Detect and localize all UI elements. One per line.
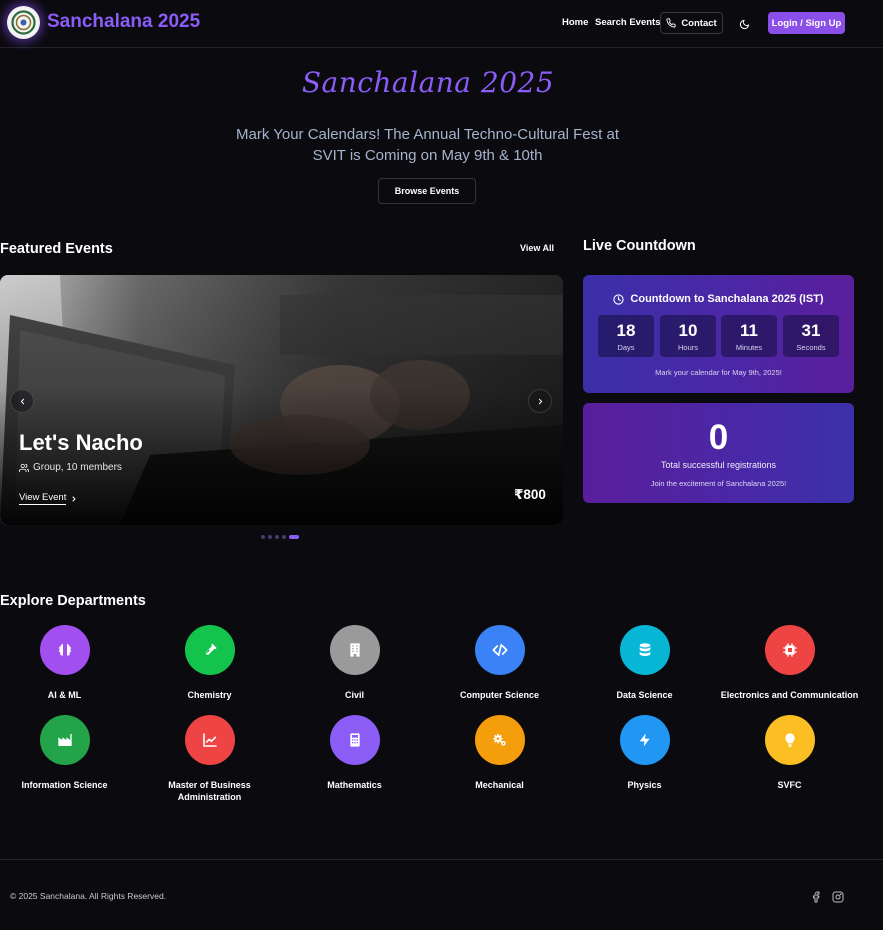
carousel-dots bbox=[261, 535, 299, 539]
department-mba[interactable]: Master of Business Administration bbox=[137, 715, 282, 803]
countdown-days: 18 Days bbox=[598, 315, 654, 357]
department-electronics-communication[interactable]: Electronics and Communication bbox=[717, 625, 862, 701]
hero-subtitle: Mark Your Calendars! The Annual Techno-C… bbox=[236, 126, 619, 164]
countdown-hours: 10 Hours bbox=[660, 315, 716, 357]
copyright-text: © 2025 Sanchalana. All Rights Reserved. bbox=[10, 891, 167, 901]
facebook-icon[interactable] bbox=[810, 890, 822, 903]
department-name: Information Science bbox=[21, 780, 108, 790]
logo[interactable] bbox=[7, 6, 40, 39]
instagram-icon[interactable] bbox=[832, 890, 844, 903]
hero-title: Sanchalana 2025 bbox=[301, 66, 555, 99]
contact-button[interactable]: Contact bbox=[660, 12, 723, 34]
browse-events-button[interactable]: Browse Events bbox=[378, 178, 476, 204]
top-nav: Sanchalana 2025 Home Search Events Conta… bbox=[0, 0, 883, 48]
calculator-icon bbox=[329, 715, 380, 765]
countdown-minutes-label: Minutes bbox=[735, 343, 763, 352]
department-ai-ml[interactable]: AI & ML bbox=[0, 625, 137, 701]
clock-icon bbox=[613, 293, 625, 305]
brain-icon bbox=[39, 625, 90, 675]
department-name: Mechanical bbox=[475, 780, 524, 790]
countdown-minutes: 11 Minutes bbox=[721, 315, 777, 357]
department-name: Mathematics bbox=[327, 780, 382, 790]
department-computer-science[interactable]: Computer Science bbox=[427, 625, 572, 701]
department-civil[interactable]: Civil bbox=[282, 625, 427, 701]
view-all-link[interactable]: View All bbox=[520, 243, 554, 253]
gears-icon bbox=[474, 715, 525, 765]
department-physics[interactable]: Physics bbox=[572, 715, 717, 791]
department-svfc[interactable]: SVFC bbox=[717, 715, 862, 791]
carousel-prev-button[interactable] bbox=[10, 389, 34, 413]
featured-event-carousel[interactable] bbox=[0, 275, 563, 525]
chevron-right-icon bbox=[72, 496, 76, 501]
event-image bbox=[0, 275, 563, 525]
event-title: Let's Nacho bbox=[19, 430, 143, 455]
contact-label: Contact bbox=[681, 17, 717, 29]
countdown-hours-value: 10 bbox=[678, 321, 698, 340]
department-name: Chemistry bbox=[187, 690, 232, 700]
carousel-dot[interactable] bbox=[282, 535, 286, 539]
department-name: Civil bbox=[344, 690, 364, 700]
event-meta-text: Group, 10 members bbox=[33, 462, 122, 473]
countdown-minutes-value: 11 bbox=[740, 321, 758, 340]
chart-line-icon bbox=[184, 715, 235, 765]
footer-divider bbox=[0, 859, 883, 860]
department-name: Computer Science bbox=[459, 690, 540, 700]
department-chemistry[interactable]: Chemistry bbox=[137, 625, 282, 701]
login-signup-button[interactable]: Login / Sign Up bbox=[768, 12, 845, 34]
department-data-science[interactable]: Data Science bbox=[572, 625, 717, 701]
phone-icon bbox=[666, 18, 676, 28]
chevron-left-icon bbox=[20, 398, 24, 404]
event-meta: Group, 10 members bbox=[19, 462, 122, 473]
nav-link-home[interactable]: Home bbox=[562, 17, 588, 28]
bolt-icon bbox=[619, 715, 670, 765]
live-countdown-heading: Live Countdown bbox=[583, 238, 696, 254]
department-information-science[interactable]: Information Science bbox=[0, 715, 137, 791]
department-name: Electronics and Communication bbox=[720, 690, 859, 700]
countdown-seconds-value: 31 bbox=[801, 321, 821, 340]
department-name: AI & ML bbox=[47, 690, 82, 700]
featured-events-heading: Featured Events bbox=[0, 241, 113, 257]
registrations-subtext: Join the excitement of Sanchalana 2025! bbox=[650, 479, 787, 488]
building-icon bbox=[329, 625, 380, 675]
carousel-next-button[interactable] bbox=[528, 389, 552, 413]
view-event-link[interactable]: View Event bbox=[19, 492, 78, 505]
department-name: SVFC bbox=[777, 780, 802, 790]
explore-departments-heading: Explore Departments bbox=[0, 593, 146, 609]
bulb-icon bbox=[764, 715, 815, 765]
carousel-dot[interactable] bbox=[275, 535, 279, 539]
theme-toggle-moon-icon[interactable] bbox=[739, 17, 750, 30]
view-event-label: View Event bbox=[19, 492, 67, 505]
department-mathematics[interactable]: Mathematics bbox=[282, 715, 427, 791]
chip-icon bbox=[764, 625, 815, 675]
countdown-hours-label: Hours bbox=[677, 343, 698, 352]
carousel-dot[interactable] bbox=[261, 535, 265, 539]
department-name: Data Science bbox=[616, 690, 673, 700]
registrations-label: Total successful registrations bbox=[660, 460, 777, 470]
countdown-title: Countdown to Sanchalana 2025 (IST) bbox=[583, 293, 854, 305]
database-icon bbox=[619, 625, 670, 675]
registrations-count: 0 bbox=[708, 418, 729, 457]
countdown-title-text: Countdown to Sanchalana 2025 (IST) bbox=[630, 293, 824, 305]
department-name: Master of Business Administration bbox=[168, 780, 251, 802]
code-icon bbox=[474, 625, 525, 675]
carousel-dot-active[interactable] bbox=[289, 535, 299, 539]
users-icon bbox=[19, 463, 29, 472]
countdown-days-value: 18 bbox=[616, 321, 636, 340]
department-mechanical[interactable]: Mechanical bbox=[427, 715, 572, 791]
event-price: ₹800 bbox=[514, 487, 546, 502]
flask-icon bbox=[184, 625, 235, 675]
countdown-seconds: 31 Seconds bbox=[783, 315, 839, 357]
department-name: Physics bbox=[627, 780, 662, 790]
countdown-days-label: Days bbox=[617, 343, 635, 352]
countdown-seconds-label: Seconds bbox=[796, 343, 826, 352]
factory-icon bbox=[39, 715, 90, 765]
nav-link-search-events[interactable]: Search Events bbox=[595, 17, 660, 28]
brand-name[interactable]: Sanchalana 2025 bbox=[47, 11, 200, 33]
carousel-dot[interactable] bbox=[268, 535, 272, 539]
chevron-right-icon bbox=[538, 398, 542, 404]
countdown-footer: Mark your calendar for May 9th, 2025! bbox=[655, 368, 782, 377]
